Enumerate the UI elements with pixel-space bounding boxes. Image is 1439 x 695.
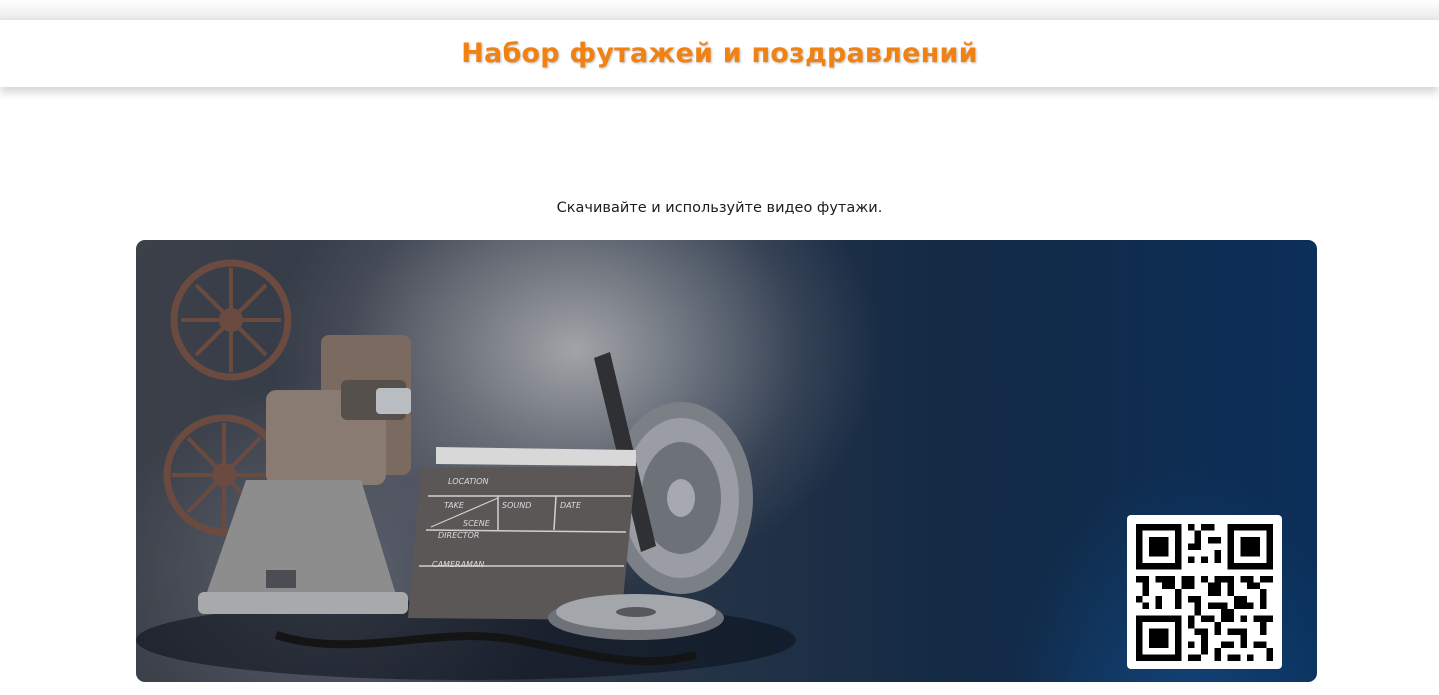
qr-code-icon [1136, 524, 1273, 661]
clapper-cameraman-label: CAMERAMAN [432, 560, 484, 569]
clapperboard-icon: LOCATION TAKE SCENE SOUND DATE DIRECTOR … [408, 352, 656, 620]
clapper-location-label: LOCATION [448, 477, 489, 486]
browser-top-strip [0, 0, 1439, 19]
qr-code[interactable] [1127, 515, 1282, 669]
clapper-sound-label: SOUND [502, 501, 531, 510]
page-subtitle: Скачивайте и используйте видео футажи. [556, 200, 883, 216]
clapper-date-label: DATE [560, 501, 582, 510]
film-reel-icon [548, 594, 724, 640]
film-projector-icon [163, 259, 411, 614]
clapper-take-label: TAKE [444, 501, 465, 510]
clapper-director-label: DIRECTOR [438, 531, 479, 540]
clapper-scene-label: SCENE [463, 519, 491, 528]
site-header: Набор футажей и поздравлений [0, 19, 1439, 87]
page-title: Набор футажей и поздравлений [461, 38, 978, 69]
film-equipment-banner[interactable]: LOCATION TAKE SCENE SOUND DATE DIRECTOR … [136, 240, 1317, 682]
